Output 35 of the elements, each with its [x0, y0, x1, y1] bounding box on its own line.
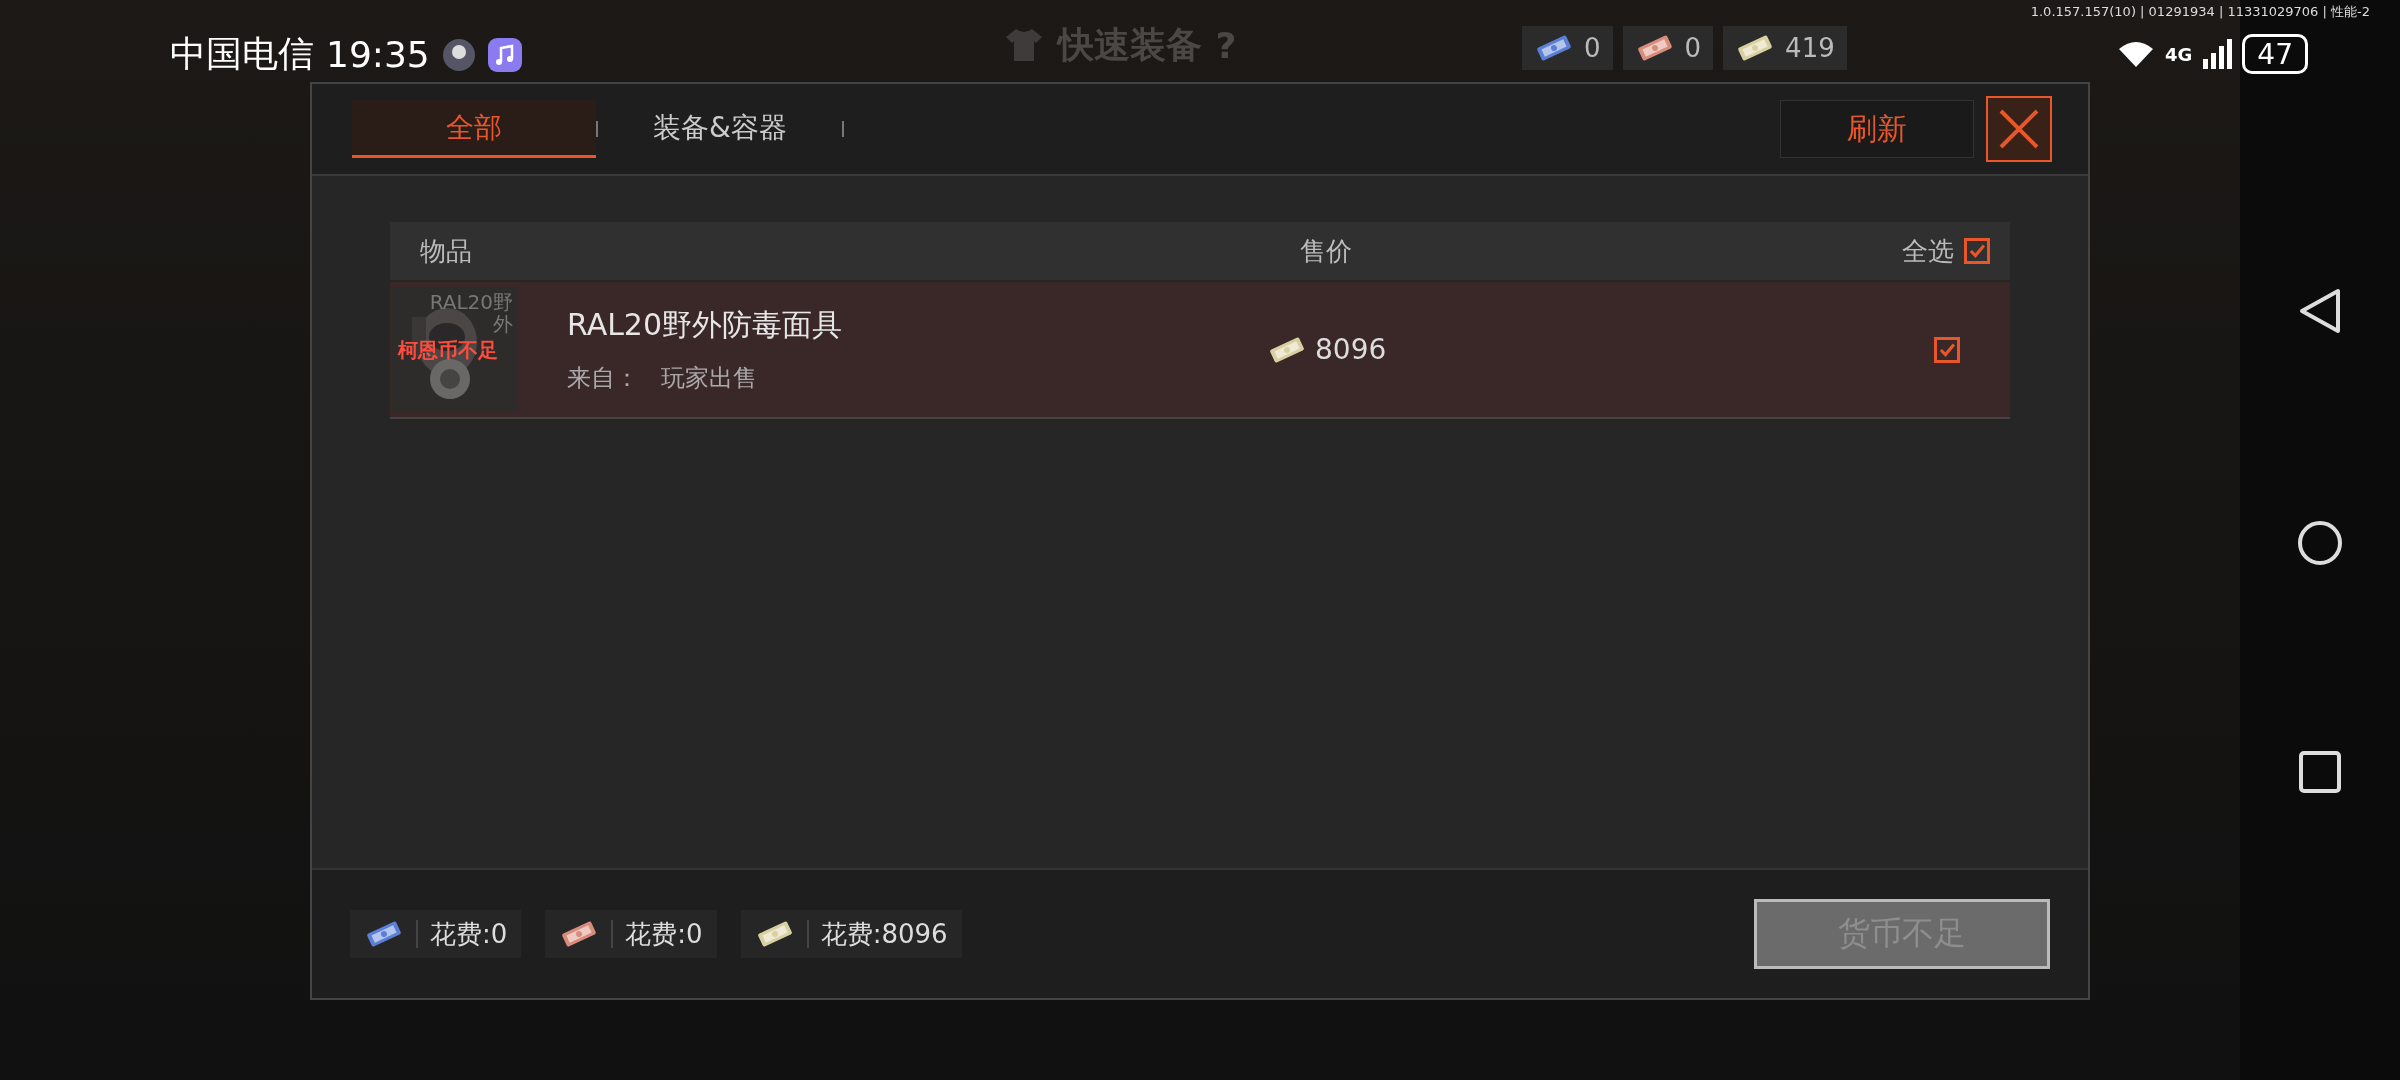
- signal-icon: [2202, 39, 2233, 69]
- thumbnail-label: RAL20野外: [428, 291, 513, 335]
- warning-text: 柯恩币不足: [398, 337, 498, 364]
- network-type: 4G: [2165, 43, 2193, 65]
- version-info: 1.0.157.157(10) | 01291934 | 11331029706 | 性能-2: [2030, 3, 2370, 21]
- source-value: 玩家出售: [661, 363, 757, 394]
- refresh-button[interactable]: 刷新: [1780, 100, 1974, 158]
- recents-icon[interactable]: [2299, 751, 2341, 793]
- home-icon[interactable]: [2297, 520, 2343, 566]
- currency-amount: 0: [1584, 33, 1601, 63]
- checkbox[interactable]: [1964, 238, 1990, 264]
- close-button[interactable]: [1986, 96, 2052, 162]
- app-icon: [441, 37, 476, 72]
- close-icon: [1997, 107, 2041, 151]
- help-mark: ?: [1215, 24, 1237, 66]
- clock: 19:35: [326, 34, 430, 75]
- battery-level: 47: [2242, 34, 2308, 74]
- cost-label: 花费:0: [625, 917, 703, 951]
- currency-amount: 419: [1785, 33, 1835, 63]
- select-all-label: 全选: [1902, 234, 1954, 268]
- price: 8096: [1315, 333, 1387, 366]
- carrier-name: 中国电信: [170, 32, 314, 76]
- item-row[interactable]: RAL20野外 柯恩币不足 RAL20野外防毒面具 来自： 玩家出售 8096: [390, 282, 2010, 419]
- cost-label: 花费:0: [430, 917, 508, 951]
- column-header: 售价: [1300, 234, 1353, 268]
- tab[interactable]: 装备&容器: [598, 100, 842, 158]
- source-label: 来自：: [567, 363, 639, 394]
- cost-label: 花费:8096: [820, 917, 948, 951]
- item-name: RAL20野外防毒面具: [567, 306, 844, 344]
- tab[interactable]: 全部: [352, 100, 596, 158]
- checkbox[interactable]: [1934, 336, 1960, 363]
- back-icon[interactable]: [2298, 287, 2342, 335]
- currency-amount: 0: [1684, 33, 1702, 63]
- wifi-icon: [2117, 39, 2156, 69]
- column-header: 物品: [420, 234, 473, 268]
